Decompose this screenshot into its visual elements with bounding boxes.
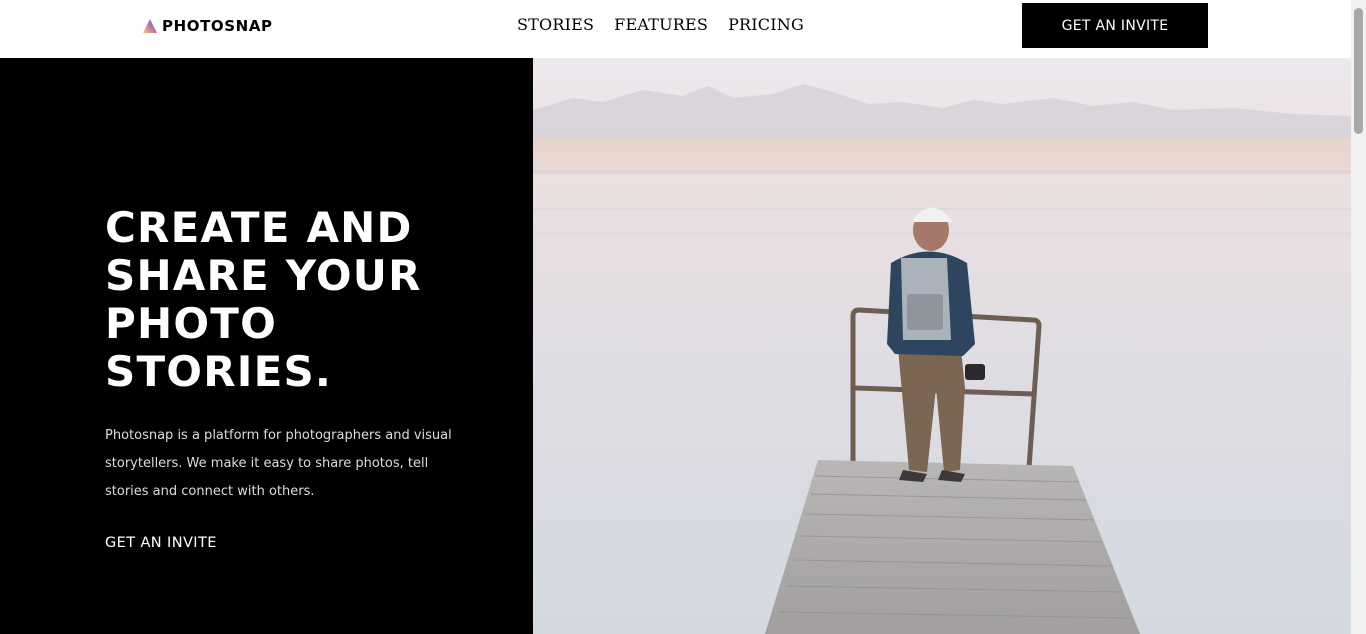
hero-photo-illustration	[533, 58, 1351, 634]
scrollbar-thumb[interactable]	[1354, 8, 1363, 134]
get-invite-button[interactable]: GET AN INVITE	[1022, 3, 1208, 48]
hero-image	[533, 58, 1351, 634]
logo-triangle-icon	[143, 19, 157, 33]
hero-invite-link[interactable]: GET AN INVITE	[105, 535, 217, 551]
nav-link-stories[interactable]: STORIES	[517, 15, 594, 34]
nav-link-features[interactable]: FEATURES	[614, 15, 708, 34]
main-nav: STORIES FEATURES PRICING	[517, 15, 804, 34]
vertical-scrollbar[interactable]	[1351, 0, 1366, 634]
hero-panel: CREATE AND SHARE YOUR PHOTO STORIES. Pho…	[0, 58, 533, 634]
hero-title: CREATE AND SHARE YOUR PHOTO STORIES.	[105, 203, 422, 396]
logo[interactable]: PHOTOSNAP	[143, 17, 273, 35]
site-header: PHOTOSNAP STORIES FEATURES PRICING GET A…	[0, 0, 1351, 58]
logo-text: PHOTOSNAP	[162, 17, 273, 35]
hero-description: Photosnap is a platform for photographer…	[105, 428, 452, 499]
nav-link-pricing[interactable]: PRICING	[728, 15, 804, 34]
